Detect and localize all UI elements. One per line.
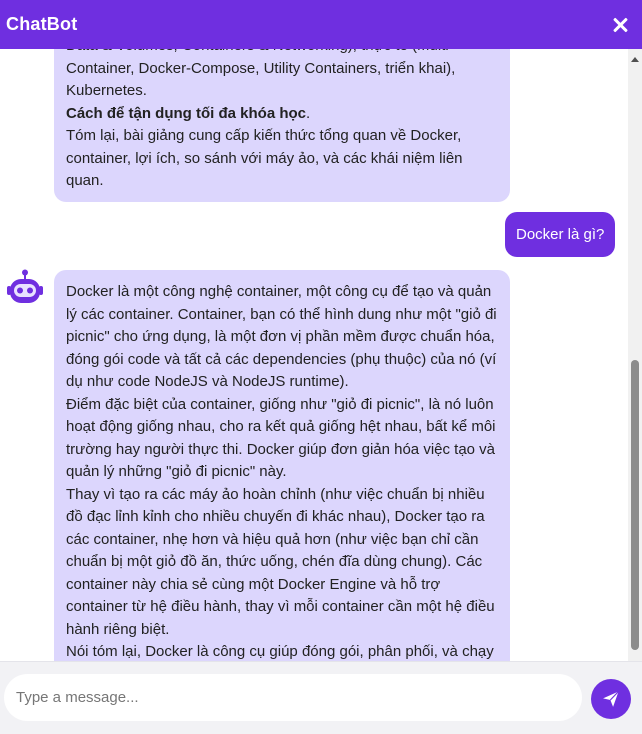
message-paragraph: Docker là một công nghệ container, một c… — [66, 283, 497, 390]
scroll-up-icon[interactable] — [631, 57, 639, 62]
bot-message: Data & Volumes, Containers & Networking)… — [54, 49, 510, 202]
message-paragraph: Thay vì tạo ra các máy ảo hoàn chỉnh (nh… — [66, 485, 495, 638]
message-paragraph: Điểm đặc biệt của container, giống như "… — [66, 395, 496, 481]
scrollbar-thumb[interactable] — [631, 360, 639, 650]
message-paragraph: Data & Volumes, Containers & Networking)… — [66, 49, 456, 99]
chat-header: ChatBot — [0, 0, 642, 49]
message-paragraph: Nói tóm lại, Docker là công cụ giúp đóng… — [66, 643, 494, 660]
bot-message: Docker là một công nghệ container, một c… — [54, 270, 510, 661]
message-bold-text: Cách để tận dụng tối đa khóa học — [66, 104, 307, 122]
chat-scrollbar[interactable] — [628, 49, 642, 661]
message-input[interactable] — [4, 674, 582, 721]
user-message-text: Docker là gì? — [516, 226, 605, 243]
message-bold-line: Cách để tận dụng tối đa khóa học. — [66, 103, 498, 126]
message-paragraph: Tóm lại, bài giảng cung cấp kiến thức tổ… — [66, 127, 463, 189]
robot-icon — [7, 269, 43, 303]
send-button[interactable] — [591, 679, 631, 719]
user-message: Docker là gì? — [505, 212, 616, 257]
message-bold-suffix: . — [306, 104, 311, 122]
chatbot-window: ChatBot Data & Volumes, Containers & Net… — [0, 0, 642, 734]
send-icon — [603, 691, 619, 707]
close-icon[interactable] — [612, 17, 628, 33]
composer-bar — [0, 661, 642, 734]
chat-title: ChatBot — [6, 14, 78, 34]
chat-message-list[interactable]: Data & Volumes, Containers & Networking)… — [0, 49, 628, 661]
